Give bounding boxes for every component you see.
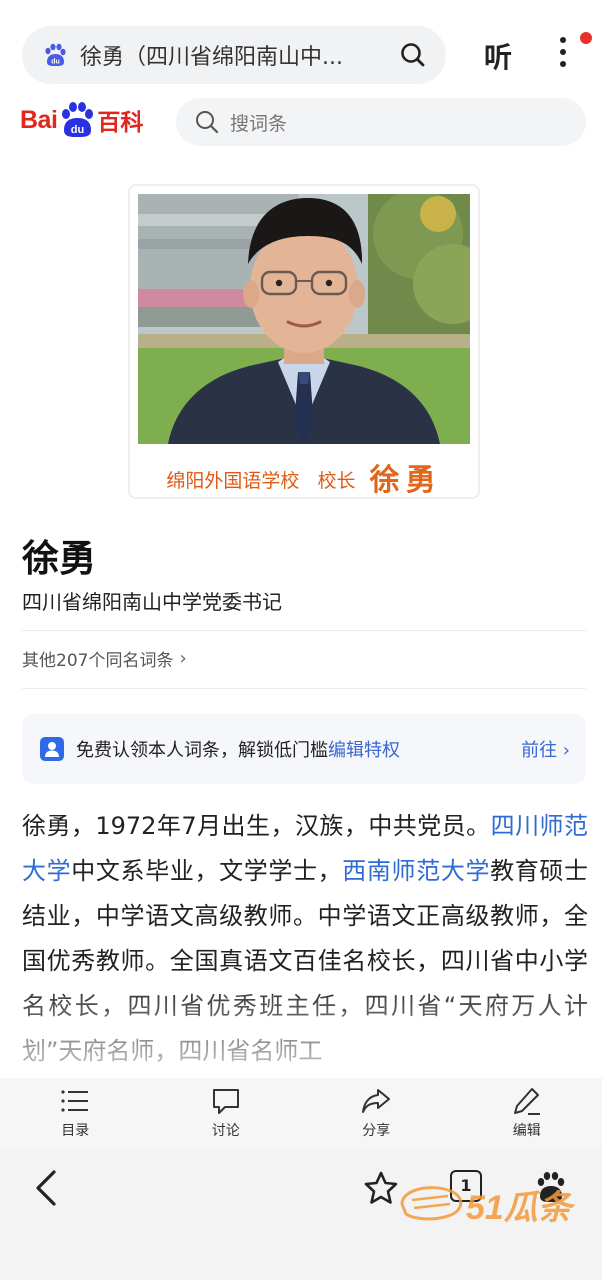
portrait-photo (138, 194, 470, 444)
baidu-paw-logo-icon: du (62, 102, 94, 137)
toolbar-contents-button[interactable]: 目录 (0, 1078, 151, 1148)
search-icon (196, 111, 219, 134)
logo-baike-text: 百科 (97, 110, 144, 136)
claim-highlight: 编辑特权 (328, 740, 400, 761)
comment-icon (212, 1089, 239, 1114)
divider (22, 688, 586, 689)
watermark-text: 51瓜条 (466, 1189, 572, 1227)
svg-text:du: du (71, 124, 84, 136)
summary-text-2: 中文系毕业，文学学士， (71, 857, 343, 885)
toolbar-discuss-button[interactable]: 讨论 (151, 1078, 302, 1148)
edit-icon (513, 1088, 540, 1115)
divider (22, 630, 586, 631)
chevron-right-icon: › (179, 648, 187, 669)
logo-bai-text: Bai (20, 105, 58, 134)
baidu-baike-logo[interactable]: Bai du 百科 (20, 98, 143, 142)
person-badge-icon (40, 737, 64, 761)
claim-text: 免费认领本人词条，解锁低门槛编辑特权 (76, 736, 521, 762)
page-title-in-address: 徐勇（四川省绵阳南山中... (80, 45, 343, 70)
same-name-entries-link[interactable]: 其他207个同名词条 › (22, 646, 187, 671)
toolbar-edit-button[interactable]: 编辑 (452, 1078, 602, 1148)
toolbar-label: 讨论 (211, 1123, 240, 1139)
caption-school: 绵阳外国语学校 (166, 470, 300, 492)
baike-search-box[interactable]: 搜词条 (176, 98, 586, 146)
listen-button[interactable]: 听 (484, 36, 512, 76)
browser-top-bar: du 徐勇（四川省绵阳南山中... 听 (0, 0, 602, 92)
toolbar-label: 目录 (61, 1123, 90, 1139)
caption-name: 徐勇 (369, 463, 442, 498)
portrait-card[interactable]: 绵阳外国语学校 校长 徐勇 (128, 184, 480, 499)
same-name-text: 其他207个同名词条 (22, 651, 174, 671)
notification-dot (580, 32, 592, 44)
address-bar[interactable]: du 徐勇（四川省绵阳南山中... (22, 26, 446, 84)
bottom-toolbar: 目录 讨论 分享 编辑 (0, 1078, 602, 1148)
claim-entry-banner[interactable]: 免费认领本人词条，解锁低门槛编辑特权 前往 › (22, 714, 586, 784)
baike-header: Bai du 百科 搜词条 (0, 92, 602, 156)
toolbar-label: 分享 (362, 1123, 391, 1139)
portrait-caption: 绵阳外国语学校 校长 徐勇 (130, 452, 478, 498)
baidu-paw-icon: du (45, 43, 66, 66)
entry-subtitle: 四川省绵阳南山中学党委书记 (22, 590, 282, 614)
back-arrow-icon[interactable] (32, 1168, 60, 1208)
list-icon (61, 1090, 89, 1112)
link-southwest-normal-university[interactable]: 西南师范大学 (342, 857, 490, 885)
watermark: 51瓜条 (398, 1174, 598, 1244)
watermark-melon-icon (400, 1186, 463, 1221)
svg-text:du: du (51, 59, 60, 66)
claim-text-main: 免费认领本人词条，解锁低门槛 (76, 740, 328, 761)
entry-title: 徐勇 (22, 537, 96, 580)
more-menu-icon[interactable] (556, 34, 570, 70)
share-icon (362, 1089, 391, 1113)
toolbar-share-button[interactable]: 分享 (301, 1078, 452, 1148)
summary-text-1: 徐勇，1972年7月出生，汉族，中共党员。 (22, 812, 491, 840)
claim-go-button[interactable]: 前往 › (521, 736, 570, 762)
caption-role: 校长 (317, 470, 356, 492)
toolbar-label: 编辑 (512, 1123, 541, 1139)
favorite-star-icon[interactable] (362, 1170, 400, 1206)
search-icon[interactable] (398, 40, 428, 70)
search-placeholder: 搜词条 (230, 112, 288, 135)
